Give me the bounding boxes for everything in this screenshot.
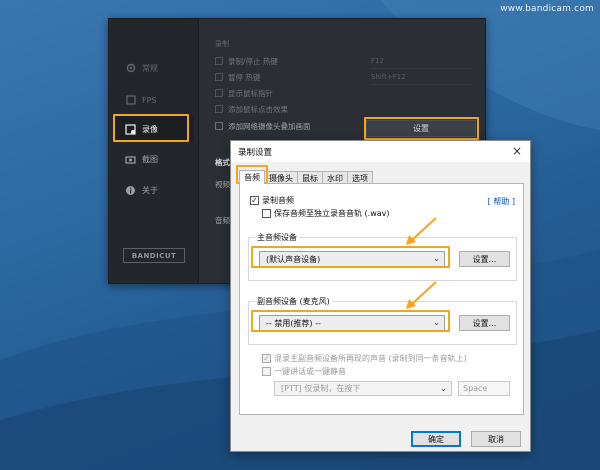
sidebar: 常规 FPS 录像 截图 关于 BANDICUT [109,19,199,283]
sidebar-item-image[interactable]: 截图 [115,146,193,172]
option-show-cursor[interactable]: 显示鼠标指针 [215,87,273,99]
record-audio-checkbox[interactable]: ✓ [250,196,259,205]
info-icon [125,185,136,196]
cancel-button[interactable]: 取消 [471,431,521,447]
chevron-down-icon: ⌄ [440,384,447,393]
camera-icon [125,154,136,165]
mix-devices-option[interactable]: ✓ 混录主副音频设备所再现的声音 (录制到同一条音轨上) [262,353,467,364]
checkbox[interactable] [215,122,223,130]
ptt-hotkey-field[interactable]: Space [458,381,510,396]
save-separate-track-option[interactable]: 保存音频至独立录音音轨 (.wav) [262,208,390,219]
dialog-title: 录制设置 [231,141,530,162]
checkbox[interactable] [215,89,223,97]
primary-device-settings-button[interactable]: 设置... [459,251,510,267]
arrow-diagonal-icon [406,281,437,309]
sidebar-item-label: 截图 [142,154,158,164]
video-label: 视频 [215,180,230,189]
dialog-tabs: 音频 摄像头 鼠标 水印 选项 [239,170,373,184]
close-icon[interactable]: × [511,144,523,158]
section-title: 录制 [215,40,229,48]
audio-label: 音频 [215,216,230,225]
tab-audio[interactable]: 音频 [239,170,265,184]
sidebar-item-label: 常规 [142,63,158,73]
site-watermark: www.bandicam.com [500,4,594,14]
ok-button[interactable]: 确定 [411,431,461,447]
option-pause-hotkey[interactable]: 暂停 热键 [215,71,260,83]
option-click-effect[interactable]: 添加鼠标点击效果 [215,103,288,115]
ptt-mode-select[interactable]: [PTT] 仅录制，在按下 ⌄ [274,381,452,396]
highlight-secondary-device [251,310,450,332]
help-link[interactable]: [ 帮助 ] [488,196,515,207]
push-to-talk-option[interactable]: 一键讲话或一键静音 [262,366,346,377]
push-to-talk-checkbox[interactable] [262,367,271,376]
sidebar-item-about[interactable]: 关于 [115,177,193,203]
audio-panel: ✓ 录制音频 保存音频至独立录音音轨 (.wav) [ 帮助 ] 主音频设备 (… [239,183,524,415]
arrow-diagonal-icon [406,217,437,245]
format-label: 格式 [215,158,230,167]
highlight-video-tab [113,114,189,142]
checkbox[interactable] [215,73,223,81]
hotkey-pause[interactable]: Shift+F12 [371,73,471,85]
sidebar-item-label: FPS [142,95,157,105]
bandicut-logo[interactable]: BANDICUT [123,248,185,263]
sidebar-item-fps[interactable]: FPS [115,87,193,113]
secondary-device-settings-button[interactable]: 设置... [459,315,510,331]
mix-devices-checkbox[interactable]: ✓ [262,354,271,363]
checkbox[interactable] [215,105,223,113]
option-record-hotkey[interactable]: 录制/停止 热键 [215,55,278,67]
hotkey-record[interactable]: F12 [371,57,471,69]
primary-device-label: 主音频设备 [255,232,299,243]
secondary-device-label: 副音频设备 (麦克风) [255,296,332,307]
highlight-primary-device [251,246,450,268]
save-separate-checkbox[interactable] [262,209,271,218]
home-icon [125,63,136,74]
recording-settings-dialog: 录制设置 × 音频 摄像头 鼠标 水印 选项 ✓ 录制音频 保存音频至独立录音音… [230,140,531,452]
record-audio-option[interactable]: ✓ 录制音频 [250,195,294,206]
option-webcam-overlay[interactable]: 添加网络摄像头叠加画面 [215,120,311,132]
fps-icon [125,95,136,106]
sidebar-item-label: 关于 [142,185,158,195]
sidebar-item-general[interactable]: 常规 [115,55,193,81]
highlight-settings-button [364,117,479,140]
checkbox[interactable] [215,57,223,65]
